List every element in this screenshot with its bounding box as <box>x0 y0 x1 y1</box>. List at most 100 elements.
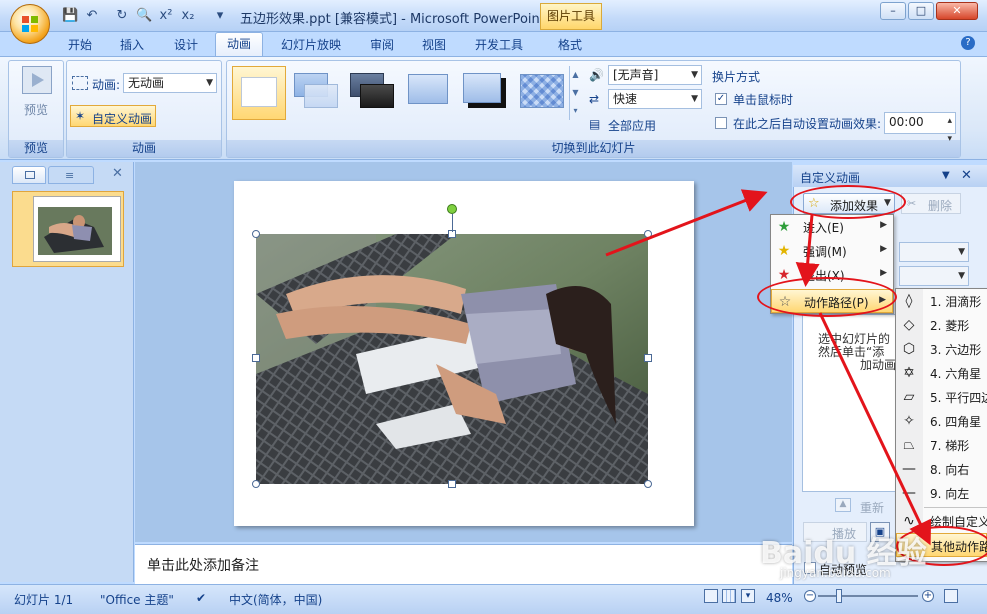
resize-handle-bottom-right[interactable] <box>644 480 652 488</box>
resize-handle-top-left[interactable] <box>252 230 260 238</box>
slide-photo[interactable] <box>256 234 648 484</box>
help-icon[interactable]: ? <box>961 36 975 50</box>
undo-icon[interactable]: ↶ <box>84 8 100 24</box>
zoom-slider-thumb[interactable] <box>836 589 842 603</box>
on-click-checkbox[interactable]: ✓ <box>715 93 727 105</box>
tab-slideshow[interactable]: 幻灯片放映 <box>272 34 350 58</box>
normal-view-icon[interactable] <box>704 589 718 603</box>
redo-icon[interactable]: ↻ <box>114 8 130 24</box>
customize-toolbar-icon[interactable]: ▾ <box>212 8 228 24</box>
submenu-arrow-icon: ▶ <box>880 268 887 278</box>
path-hexagon[interactable]: ⬡ 3. 六边形 <box>896 337 987 361</box>
menu-item-entrance[interactable]: ★ 进入(E) ▶ <box>771 215 893 239</box>
picture-tools-context-tab: 图片工具 <box>540 3 602 30</box>
slideshow-view-icon[interactable]: ▾ <box>741 589 755 603</box>
zoom-slider[interactable] <box>818 595 918 597</box>
transition-fade-thumb[interactable] <box>292 70 344 116</box>
outline-tab[interactable]: ≡ <box>48 166 94 184</box>
tab-review[interactable]: 审阅 <box>360 34 404 58</box>
path-diamond-label: 2. 菱形 <box>930 319 970 333</box>
auto-after-time-input[interactable]: 00:00 ▴ ▾ <box>884 112 956 144</box>
transition-fade-black-thumb[interactable] <box>348 70 400 116</box>
auto-after-checkbox[interactable] <box>715 117 727 129</box>
transition-none-thumb[interactable] <box>232 66 286 120</box>
custom-animation-pane-title: 自定义动画 <box>800 171 861 185</box>
preview-button[interactable]: 预览 <box>24 101 48 118</box>
gallery-scroll[interactable]: ▲ ▼ ▾ <box>569 66 581 120</box>
zoom-in-icon[interactable]: + <box>922 590 934 602</box>
transition-dissolve-thumb[interactable] <box>516 70 568 116</box>
path-diamond[interactable]: ◇ 2. 菱形 <box>896 313 987 337</box>
path-trapezoid[interactable]: ⏢ 7. 梯形 <box>896 433 987 457</box>
apply-all-button[interactable]: 全部应用 <box>608 117 656 134</box>
resize-handle-bottom-left[interactable] <box>252 480 260 488</box>
path-four-point-star[interactable]: ✧ 6. 四角星 <box>896 409 987 433</box>
gallery-more-icon[interactable]: ▾ <box>570 102 581 120</box>
remove-effect-button[interactable]: ✂ 删除 <box>901 193 961 214</box>
move-up-icon[interactable]: ▲ <box>835 498 851 512</box>
transition-speed-dropdown[interactable]: 快速 ▼ <box>608 89 702 109</box>
outline-tab-icon: ≡ <box>65 169 75 182</box>
animation-dropdown[interactable]: 无动画 ▼ <box>123 73 217 93</box>
status-language: 中文(简体，中国) <box>229 593 323 607</box>
zoom-out-icon[interactable]: − <box>804 590 816 602</box>
fit-to-window-icon[interactable] <box>944 589 958 603</box>
path-six-point-star[interactable]: ✡ 4. 六角星 <box>896 361 987 385</box>
transition-cut-thumb[interactable] <box>404 70 456 116</box>
group-transition-label: 切换到此幻灯片 <box>227 140 960 157</box>
slides-tab-icon <box>25 171 35 179</box>
preview-slide-icon[interactable] <box>22 66 52 94</box>
chevron-down-icon[interactable]: ▼ <box>570 84 581 102</box>
maximize-button[interactable]: □ <box>908 2 934 20</box>
tab-insert[interactable]: 插入 <box>110 34 154 58</box>
minimize-button[interactable]: – <box>880 2 906 20</box>
apply-all-icon: ▤ <box>589 117 601 131</box>
slides-tab[interactable] <box>12 166 46 184</box>
subscript-icon[interactable]: x₂ <box>180 8 196 24</box>
path-left-label: 9. 向左 <box>930 487 970 501</box>
diamond-path-icon: ◇ <box>903 317 915 333</box>
chevron-up-icon[interactable]: ▲ <box>570 66 581 84</box>
spellcheck-icon[interactable]: ✔ <box>196 591 206 605</box>
office-button[interactable] <box>10 4 50 44</box>
rotation-handle[interactable] <box>447 204 457 214</box>
superscript-icon[interactable]: x² <box>158 8 174 24</box>
spinner-icon[interactable]: ▴ ▾ <box>947 112 952 148</box>
tab-view[interactable]: 视图 <box>412 34 456 58</box>
slide-sorter-icon[interactable] <box>722 589 736 603</box>
resize-handle-left[interactable] <box>252 354 260 362</box>
chevron-down-icon: ▼ <box>958 247 965 257</box>
menu-item-emphasis[interactable]: ★ 强调(M) ▶ <box>771 239 893 263</box>
trapezoid-path-icon: ⏢ <box>903 437 915 453</box>
chevron-down-icon: ▼ <box>691 70 698 80</box>
path-left[interactable]: — 9. 向左 <box>896 481 987 505</box>
tab-home[interactable]: 开始 <box>58 34 102 58</box>
tab-animations[interactable]: 动画 <box>215 32 263 57</box>
print-preview-icon[interactable]: 🔍 <box>136 8 152 24</box>
path-teardrop[interactable]: ◊ 1. 泪滴形 <box>896 289 987 313</box>
rotation-stem <box>452 214 453 232</box>
transition-cut-black-thumb[interactable] <box>460 70 512 116</box>
effect-property-dropdown[interactable]: ▼ <box>899 266 969 286</box>
close-pane-icon[interactable]: ✕ <box>112 166 123 181</box>
path-right[interactable]: — 8. 向右 <box>896 457 987 481</box>
hexagon-path-icon: ⬡ <box>902 341 916 357</box>
sound-icon: 🔊 <box>589 68 604 82</box>
pane-options-icon[interactable]: ▼ <box>942 170 950 181</box>
path-right-label: 8. 向右 <box>930 463 970 477</box>
close-button[interactable]: ✕ <box>936 2 978 20</box>
tab-format[interactable]: 格式 <box>548 34 592 58</box>
effect-start-dropdown[interactable]: ▼ <box>899 242 969 262</box>
close-pane-icon[interactable]: ✕ <box>961 168 972 183</box>
zoom-level[interactable]: 48% <box>766 591 793 605</box>
save-icon[interactable]: 💾 <box>62 8 78 24</box>
resize-handle-top-right[interactable] <box>644 230 652 238</box>
transition-sound-dropdown[interactable]: [无声音] ▼ <box>608 65 702 85</box>
tab-developer[interactable]: 开发工具 <box>466 34 532 58</box>
tab-design[interactable]: 设计 <box>164 34 208 58</box>
resize-handle-bottom[interactable] <box>448 480 456 488</box>
resize-handle-right[interactable] <box>644 354 652 362</box>
custom-animation-button[interactable]: ✶ 自定义动画 <box>70 105 156 127</box>
path-parallelogram[interactable]: ▱ 5. 平行四边 <box>896 385 987 409</box>
slide-thumbnail[interactable] <box>12 191 124 267</box>
